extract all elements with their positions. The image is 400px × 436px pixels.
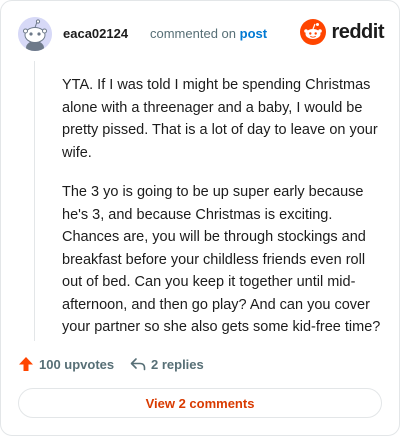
- thread-line: [34, 61, 35, 341]
- upvote-arrow-icon: [19, 357, 33, 371]
- comment-card: eaca02124 commented on post reddit YTA. …: [0, 0, 400, 436]
- upvote-button[interactable]: 100 upvotes: [18, 353, 114, 375]
- commented-on-text: commented on: [150, 26, 236, 41]
- logo-text: reddit: [331, 20, 384, 43]
- comment-paragraph-1: YTA. If I was told I might be spending C…: [62, 77, 378, 161]
- view-comments-button[interactable]: View 2 comments: [18, 388, 382, 418]
- avatar[interactable]: [18, 17, 52, 51]
- upvote-count: 100 upvotes: [39, 356, 115, 372]
- reddit-logo[interactable]: reddit: [300, 18, 384, 46]
- snoo-avatar-icon: [18, 17, 52, 51]
- comment-meta: commented on post: [150, 26, 267, 41]
- comment-body: YTA. If I was told I might be spending C…: [62, 74, 384, 356]
- post-link[interactable]: post: [240, 26, 267, 41]
- reddit-logo-icon: [300, 19, 327, 45]
- reply-arrow-icon: [130, 358, 146, 371]
- comment-header: eaca02124 commented on post reddit: [18, 17, 384, 51]
- replies-button[interactable]: 2 replies: [130, 353, 204, 375]
- username[interactable]: eaca02124: [63, 26, 128, 41]
- replies-count: 2 replies: [151, 356, 204, 372]
- comment-paragraph-2: The 3 yo is going to be up super early b…: [62, 184, 381, 335]
- comment-actions: 100 upvotes 2 replies: [18, 353, 384, 375]
